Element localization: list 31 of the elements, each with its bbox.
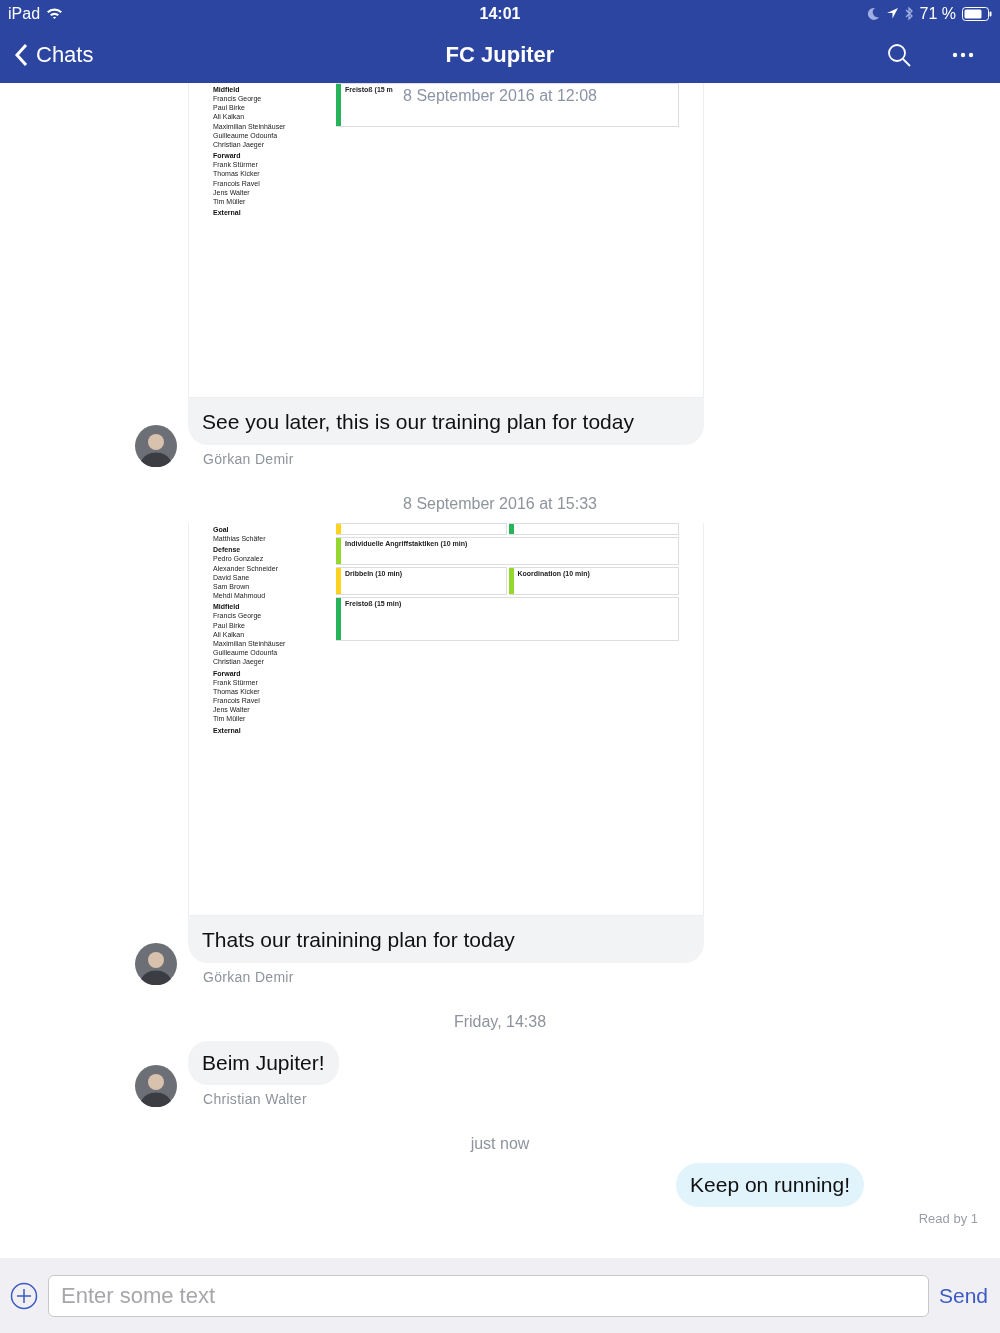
avatar[interactable] bbox=[135, 1064, 177, 1107]
date-header: 8 September 2016 at 12:08 bbox=[403, 87, 597, 105]
sender-name: Görkan Demir bbox=[203, 968, 294, 985]
send-button[interactable]: Send bbox=[938, 1283, 988, 1308]
search-icon[interactable] bbox=[887, 42, 912, 68]
chat-title: FC Jupiter bbox=[445, 42, 555, 68]
sender-name: Görkan Demir bbox=[203, 451, 294, 468]
avatar[interactable] bbox=[135, 425, 177, 468]
date-separator: Friday, 14:38 bbox=[453, 1012, 547, 1031]
date-separator: 8 September 2016 at 15:33 bbox=[403, 495, 597, 514]
date-separator: just now bbox=[470, 1134, 530, 1153]
wifi-icon bbox=[46, 7, 64, 20]
read-receipt: Read by 1 bbox=[918, 1210, 978, 1226]
message-input[interactable]: Enter some text bbox=[48, 1274, 929, 1317]
clock: 14:01 bbox=[479, 4, 521, 23]
message-text: Beim Jupiter! bbox=[202, 1050, 325, 1074]
message-bubble: Keep on running! bbox=[676, 1162, 864, 1207]
sender-name: Christian Walter bbox=[203, 1090, 307, 1107]
message-text: See you later, this is our training plan for today bbox=[201, 409, 635, 435]
add-icon[interactable] bbox=[10, 1281, 38, 1310]
message-text: Thats our trainining plan for today bbox=[201, 926, 516, 952]
battery-icon bbox=[962, 6, 992, 21]
moon-icon bbox=[867, 7, 880, 20]
battery-percentage: 71 % bbox=[919, 4, 956, 23]
back-button[interactable]: Chats bbox=[14, 42, 94, 68]
device-name: iPad bbox=[8, 4, 41, 23]
chevron-left-icon bbox=[14, 43, 28, 67]
more-icon[interactable] bbox=[952, 52, 974, 58]
avatar[interactable] bbox=[135, 942, 177, 985]
location-arrow-icon bbox=[885, 7, 899, 20]
bluetooth-icon bbox=[904, 6, 914, 21]
